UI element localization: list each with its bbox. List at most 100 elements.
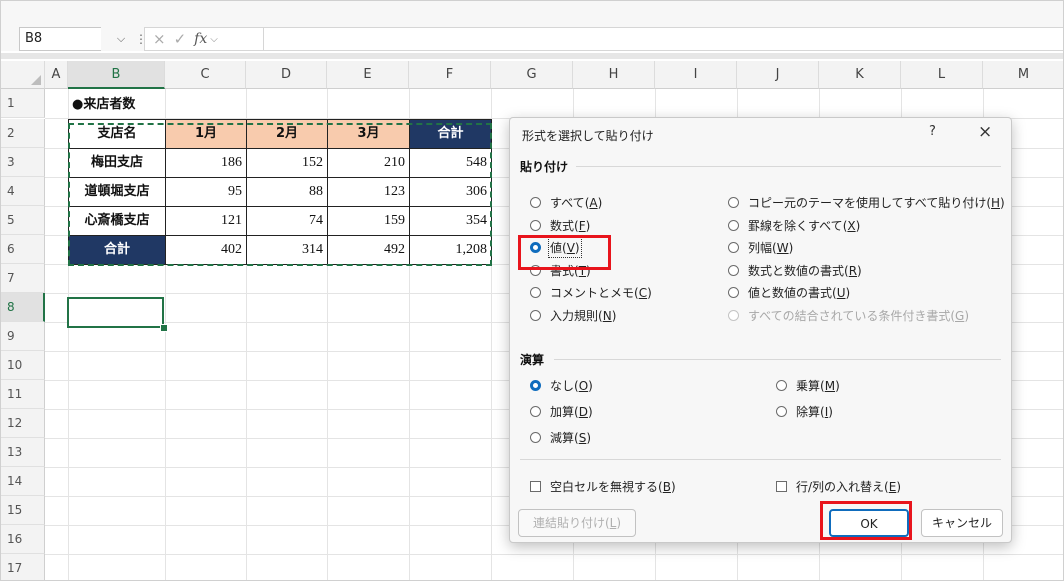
column-header-k[interactable]: K [819,61,901,89]
radio-button[interactable] [530,432,541,443]
cancel-formula-icon[interactable]: × [153,30,166,48]
key-paren-close: ) [845,286,851,301]
paste-option[interactable]: 入力規則(N) [530,307,616,324]
operation-option[interactable]: 減算(S) [530,429,591,446]
radio-button[interactable] [776,380,787,391]
column-header-c[interactable]: C [165,61,246,89]
operation-option[interactable]: 除算(I) [776,403,833,420]
column-header-l[interactable]: L [901,61,983,89]
column-header-a[interactable]: A [45,61,68,89]
paste-option[interactable]: すべて(A) [530,194,602,211]
paste-option[interactable]: 数式(F) [530,217,590,234]
radio-button[interactable] [530,380,541,391]
row-header-2[interactable]: 2 [1,119,45,148]
radio-button[interactable] [530,197,541,208]
cancel-button[interactable]: キャンセル [921,509,1003,537]
radio-button[interactable] [728,287,739,299]
row-header-16[interactable]: 16 [1,525,45,554]
enter-formula-icon[interactable]: ✓ [174,30,187,48]
radio-button[interactable] [728,197,739,208]
close-icon[interactable]: × [978,122,992,142]
row-header-14[interactable]: 14 [1,467,45,496]
help-icon[interactable]: ? [929,124,936,139]
column-header-g[interactable]: G [491,61,573,89]
function-dropdown-icon[interactable]: ⌵ [210,34,218,45]
radio-button[interactable] [530,310,541,321]
radio-button[interactable] [776,406,787,417]
radio-button[interactable] [728,219,739,231]
access-key: M [824,379,836,393]
fill-handle[interactable] [160,324,168,332]
paste-special-option[interactable]: 値と数値の書式(U) [728,284,850,301]
name-box-dropdown-icon[interactable]: ⌵ [113,27,129,51]
radio-button[interactable] [530,287,541,299]
skip-blanks-checkbox[interactable]: 空白セルを無視する(B) [530,478,676,495]
option-label-wrap: 書式(T) [550,262,591,279]
skip-blanks-key-close: ) [670,479,676,494]
option-label: 数式と数値の書式 [748,263,845,278]
operation-option[interactable]: 加算(D) [530,403,593,420]
skip-blanks-box[interactable] [530,481,541,492]
operation-option[interactable]: なし(O) [530,377,593,394]
column-header-e[interactable]: E [327,61,409,89]
operation-option[interactable]: 乗算(M) [776,377,840,394]
insert-function-icon[interactable]: fx [194,31,207,47]
paste-option[interactable]: コメントとメモ(C) [530,284,652,301]
ok-button[interactable]: OK [829,509,909,537]
row-header-4[interactable]: 4 [1,177,45,206]
formula-bar: B8 ⌵ ⋮ × ✓ fx ⌵ [1,1,1063,51]
row-header-6[interactable]: 6 [1,235,45,264]
column-header-d[interactable]: D [246,61,327,89]
radio-button[interactable] [728,242,739,254]
option-label-wrap: 値(V) [548,237,582,259]
column-header-b[interactable]: B [68,61,165,89]
active-cell-b8[interactable] [67,297,164,328]
column-header-i[interactable]: I [655,61,737,89]
radio-button[interactable] [530,406,541,417]
access-key: G [955,309,965,323]
paste-special-option[interactable]: 罫線を除くすべて(X) [728,217,860,234]
radio-button[interactable] [728,264,739,276]
column-header-m[interactable]: M [983,61,1063,89]
paste-option[interactable]: 値(V) [530,237,582,259]
transpose-box[interactable] [776,481,787,492]
option-label-wrap: 罫線を除くすべて(X) [748,217,860,234]
paste-link-button[interactable]: 連結貼り付け(L) [518,509,636,537]
name-box[interactable]: B8 [19,27,101,51]
row-header-10[interactable]: 10 [1,351,45,380]
radio-button[interactable] [530,219,541,231]
key-paren-close: ) [588,379,593,393]
row-header-1[interactable]: 1 [1,89,45,118]
option-label: コピー元のテーマを使用してすべて貼り付け [748,196,987,210]
transpose-checkbox[interactable]: 行/列の入れ替え(E) [776,478,901,495]
row-header-12[interactable]: 12 [1,409,45,438]
formula-input[interactable] [263,27,1063,51]
checkbox-divider [520,459,1001,460]
row-header-13[interactable]: 13 [1,438,45,467]
skip-blanks-key: B [662,479,671,494]
row-header-17[interactable]: 17 [1,554,45,580]
paste-special-option[interactable]: 列幅(W) [728,239,793,256]
access-key: V [566,241,575,256]
row-header-11[interactable]: 11 [1,380,45,409]
column-header-j[interactable]: J [737,61,819,89]
key-paren-close: ) [587,405,593,419]
column-header-f[interactable]: F [409,61,491,89]
select-all-corner[interactable] [1,61,45,89]
paste-option[interactable]: 書式(T) [530,262,591,279]
formula-bar-grip-icon[interactable]: ⋮ [135,27,147,51]
paste-special-option[interactable]: 数式と数値の書式(R) [728,262,862,279]
row-header-8[interactable]: 8 [1,293,45,322]
radio-button[interactable] [530,242,541,254]
row-header-5[interactable]: 5 [1,206,45,235]
paste-link-key: L [609,516,617,530]
radio-button[interactable] [530,264,541,276]
table-title-cell[interactable]: ●来店者数 [68,91,188,119]
row-header-9[interactable]: 9 [1,322,45,351]
row-header-7[interactable]: 7 [1,264,45,293]
column-header-h[interactable]: H [573,61,655,89]
row-header-3[interactable]: 3 [1,148,45,177]
row-header-15[interactable]: 15 [1,496,45,525]
option-label: コメントとメモ [550,286,635,301]
paste-special-option[interactable]: コピー元のテーマを使用してすべて貼り付け(H) [728,194,1005,211]
